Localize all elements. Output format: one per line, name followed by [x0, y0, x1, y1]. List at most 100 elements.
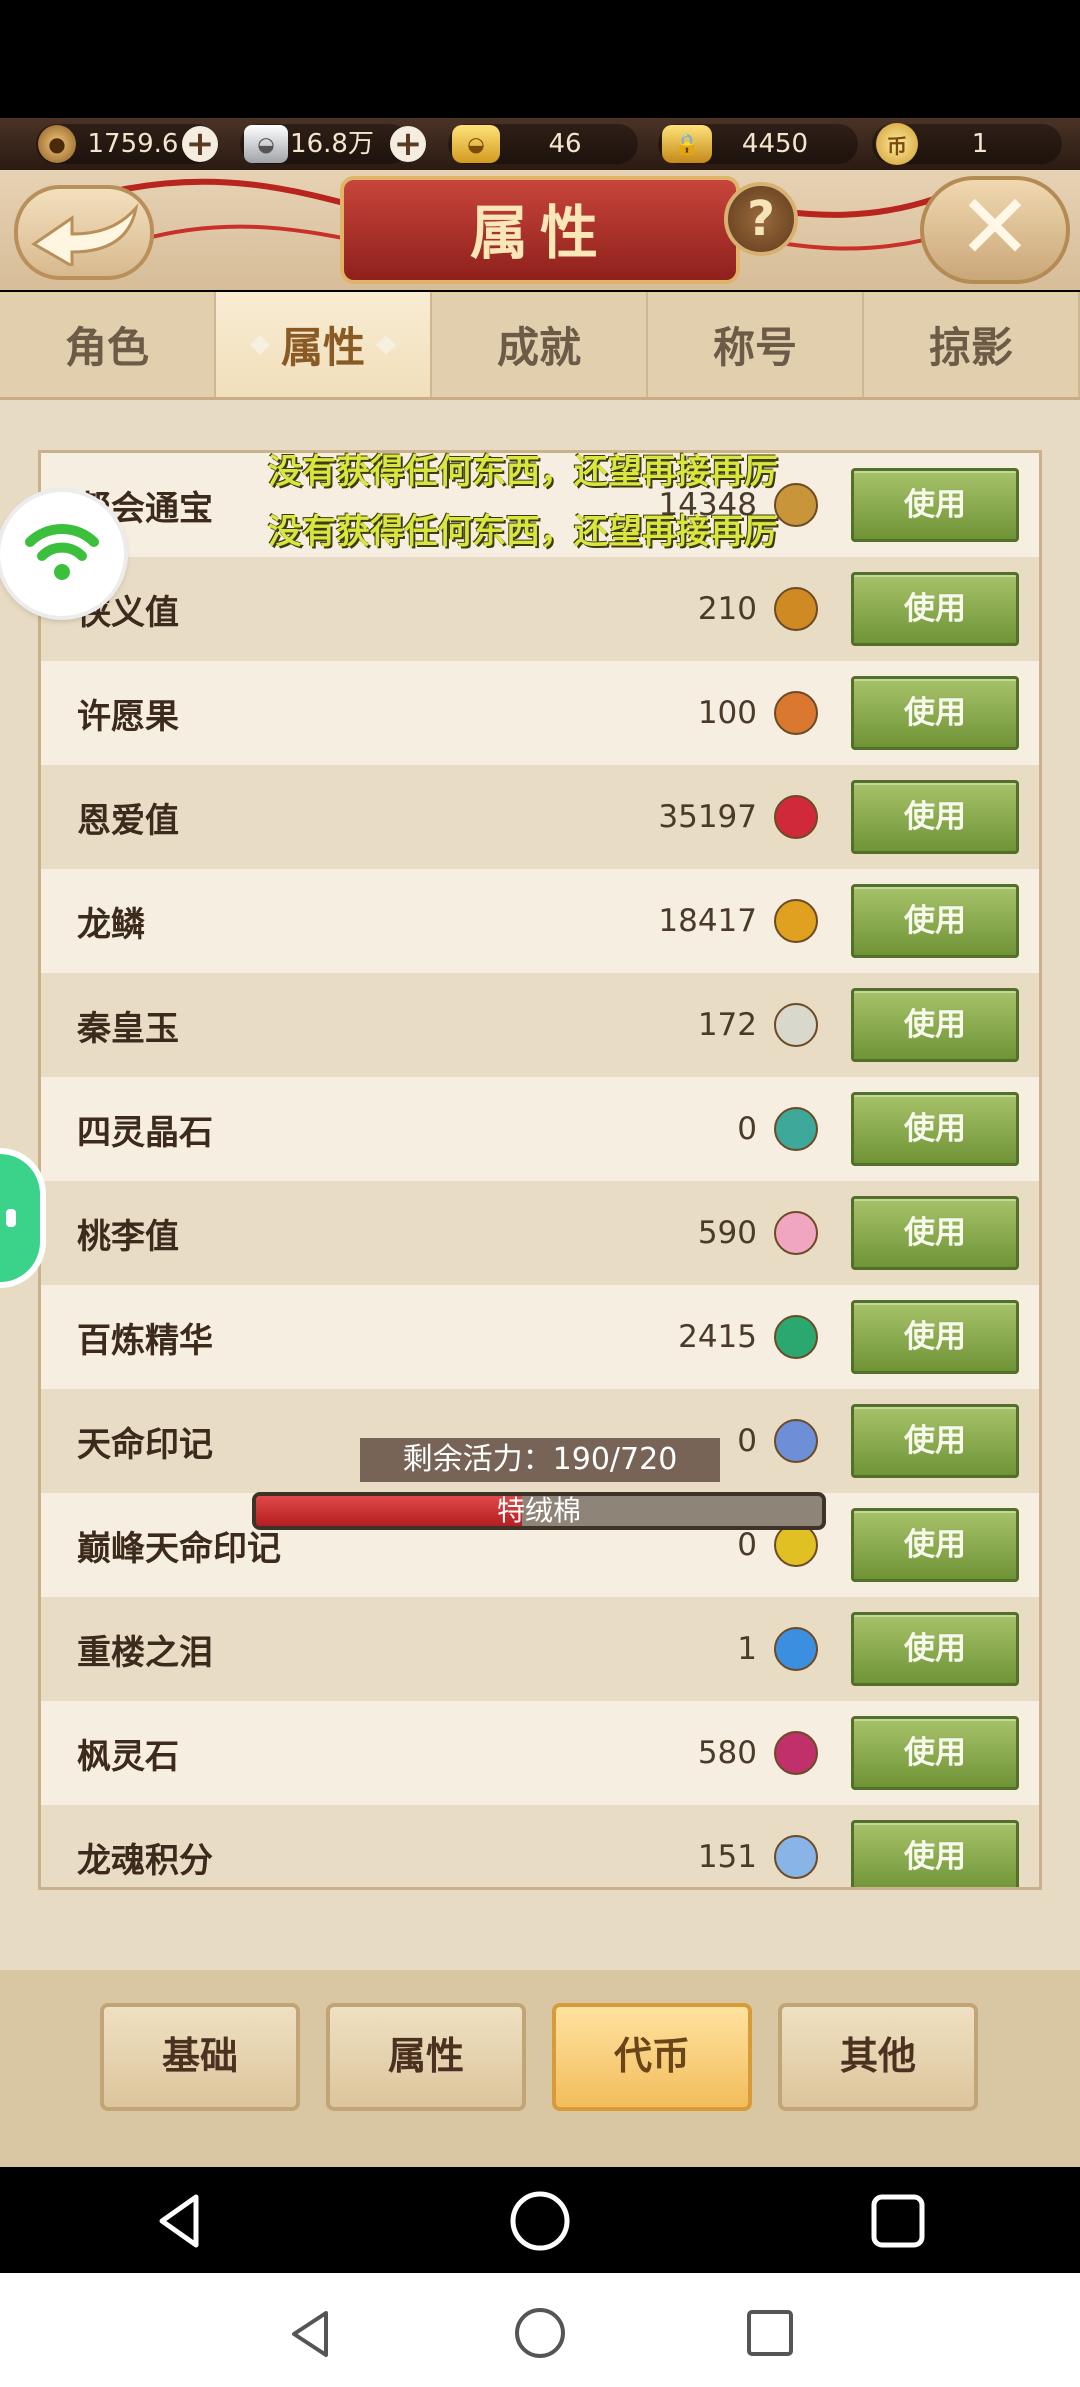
tab-glimpse[interactable]: 掠影 — [864, 292, 1080, 397]
item-value: 18417 — [658, 903, 757, 939]
item-label: 枫灵石 — [77, 1736, 179, 1777]
list-item: 百炼精华 2415 使用 — [41, 1285, 1039, 1389]
recents-nav-icon[interactable] — [868, 2191, 928, 2251]
help-button[interactable]: ? — [724, 182, 798, 256]
item-label: 四灵晶石 — [77, 1112, 213, 1153]
category-tokens-button[interactable]: 代币 — [552, 2003, 752, 2111]
currency-list[interactable]: 帮会通宝 14348 使用 侠义值 210 使用 许愿果 100 使用 恩爱值 35197 使用 龙鳞 1… — [38, 450, 1042, 1890]
green-gem-icon — [774, 1315, 818, 1359]
use-button[interactable]: 使用 — [851, 1716, 1019, 1790]
tab-label: 角色 — [64, 323, 149, 372]
list-item: 秦皇玉 172 使用 — [41, 973, 1039, 1077]
item-value: 210 — [697, 591, 757, 627]
side-tab-mark — [6, 1209, 16, 1227]
progress-label: 特绒棉 — [496, 1494, 581, 1527]
list-item: 四灵晶石 0 使用 — [41, 1077, 1039, 1181]
item-value: 2415 — [678, 1319, 757, 1355]
category-attributes-button[interactable]: 属性 — [326, 2003, 526, 2111]
peach-blossom-icon — [774, 1211, 818, 1255]
float-message: 没有获得任何东西，还望再接再厉 — [268, 512, 778, 552]
float-message: 没有获得任何东西，还望再接再厉 — [268, 452, 778, 492]
maple-stone-icon — [774, 1731, 818, 1775]
dragon-scale-icon — [774, 899, 818, 943]
use-button[interactable]: 使用 — [851, 676, 1019, 750]
item-value: 0 — [737, 1111, 757, 1147]
wifi-icon — [25, 524, 99, 580]
use-button[interactable]: 使用 — [851, 884, 1019, 958]
heart-icon — [774, 795, 818, 839]
list-item: 龙魂积分 151 使用 — [41, 1805, 1039, 1887]
list-item: 恩爱值 35197 使用 — [41, 765, 1039, 869]
item-value: 151 — [697, 1839, 757, 1875]
category-other-button[interactable]: 其他 — [778, 2003, 978, 2111]
use-button[interactable]: 使用 — [851, 572, 1019, 646]
tab-label: 掠影 — [928, 323, 1013, 372]
list-item: 重楼之泪 1 使用 — [41, 1597, 1039, 1701]
tab-role[interactable]: 角色 — [0, 292, 216, 397]
back-arrow-icon — [31, 202, 139, 266]
top-tabs: 角色 属性 成就 称号 掠影 — [0, 292, 1080, 400]
home-nav-icon[interactable] — [512, 2305, 568, 2361]
list-item: 许愿果 100 使用 — [41, 661, 1039, 765]
list-item: 枫灵石 580 使用 — [41, 1701, 1039, 1805]
item-label: 重楼之泪 — [77, 1632, 213, 1673]
home-nav-icon[interactable] — [508, 2189, 572, 2253]
diamond-left-icon — [250, 334, 270, 355]
list-item: 桃李值 590 使用 — [41, 1181, 1039, 1285]
crystal-icon — [774, 1107, 818, 1151]
tab-attributes[interactable]: 属性 — [216, 292, 432, 397]
close-button[interactable]: ✕ — [920, 176, 1070, 284]
back-nav-icon[interactable] — [284, 2307, 338, 2361]
category-basic-button[interactable]: 基础 — [100, 2003, 300, 2111]
status-bar-area — [0, 0, 1080, 118]
dragon-soul-icon — [774, 1835, 818, 1879]
vitality-text: 剩余活力：190/720 — [360, 1438, 720, 1482]
use-button[interactable]: 使用 — [851, 1508, 1019, 1582]
use-button[interactable]: 使用 — [851, 1612, 1019, 1686]
item-label: 秦皇玉 — [77, 1008, 179, 1049]
list-item: 侠义值 210 使用 — [41, 557, 1039, 661]
item-value: 590 — [697, 1215, 757, 1251]
tab-label: 称号 — [712, 323, 797, 372]
item-value: 580 — [697, 1735, 757, 1771]
tab-achievement[interactable]: 成就 — [432, 292, 648, 397]
item-value: 100 — [697, 695, 757, 731]
item-label: 百炼精华 — [77, 1320, 213, 1361]
bang-coin-icon — [774, 483, 818, 527]
item-label: 恩爱值 — [77, 800, 179, 841]
item-value: 0 — [737, 1423, 757, 1459]
recents-nav-icon[interactable] — [744, 2307, 796, 2359]
wish-fruit-icon — [774, 691, 818, 735]
system-nav-bar-light — [0, 2273, 1080, 2387]
item-value: 172 — [697, 1007, 757, 1043]
jade-tag-icon — [774, 1003, 818, 1047]
use-button[interactable]: 使用 — [851, 468, 1019, 542]
use-button[interactable]: 使用 — [851, 988, 1019, 1062]
item-value: 1 — [737, 1631, 757, 1667]
item-label: 许愿果 — [77, 696, 179, 737]
system-nav-bar-dark — [0, 2167, 1080, 2273]
list-item: 龙鳞 18417 使用 — [41, 869, 1039, 973]
use-button[interactable]: 使用 — [851, 1196, 1019, 1270]
wifi-float-button[interactable] — [0, 492, 124, 616]
item-label: 巅峰天命印记 — [77, 1528, 281, 1569]
diamond-right-icon — [376, 334, 396, 355]
use-button[interactable]: 使用 — [851, 1404, 1019, 1478]
tab-title[interactable]: 称号 — [648, 292, 864, 397]
use-button[interactable]: 使用 — [851, 1820, 1019, 1887]
item-label: 龙魂积分 — [77, 1840, 213, 1881]
page-title: 属性 — [469, 199, 610, 267]
use-button[interactable]: 使用 — [851, 1092, 1019, 1166]
tab-label: 成就 — [496, 323, 581, 372]
item-value: 35197 — [658, 799, 757, 835]
xia-badge-icon — [774, 587, 818, 631]
use-button[interactable]: 使用 — [851, 1300, 1019, 1374]
water-drop-icon — [774, 1627, 818, 1671]
copper-coin-icon: ● — [38, 125, 76, 163]
use-button[interactable]: 使用 — [851, 780, 1019, 854]
item-label: 天命印记 — [77, 1424, 213, 1465]
back-nav-icon[interactable] — [150, 2191, 210, 2251]
blue-seal-icon — [774, 1419, 818, 1463]
tab-label: 属性 — [280, 323, 365, 372]
item-label: 龙鳞 — [77, 904, 145, 945]
